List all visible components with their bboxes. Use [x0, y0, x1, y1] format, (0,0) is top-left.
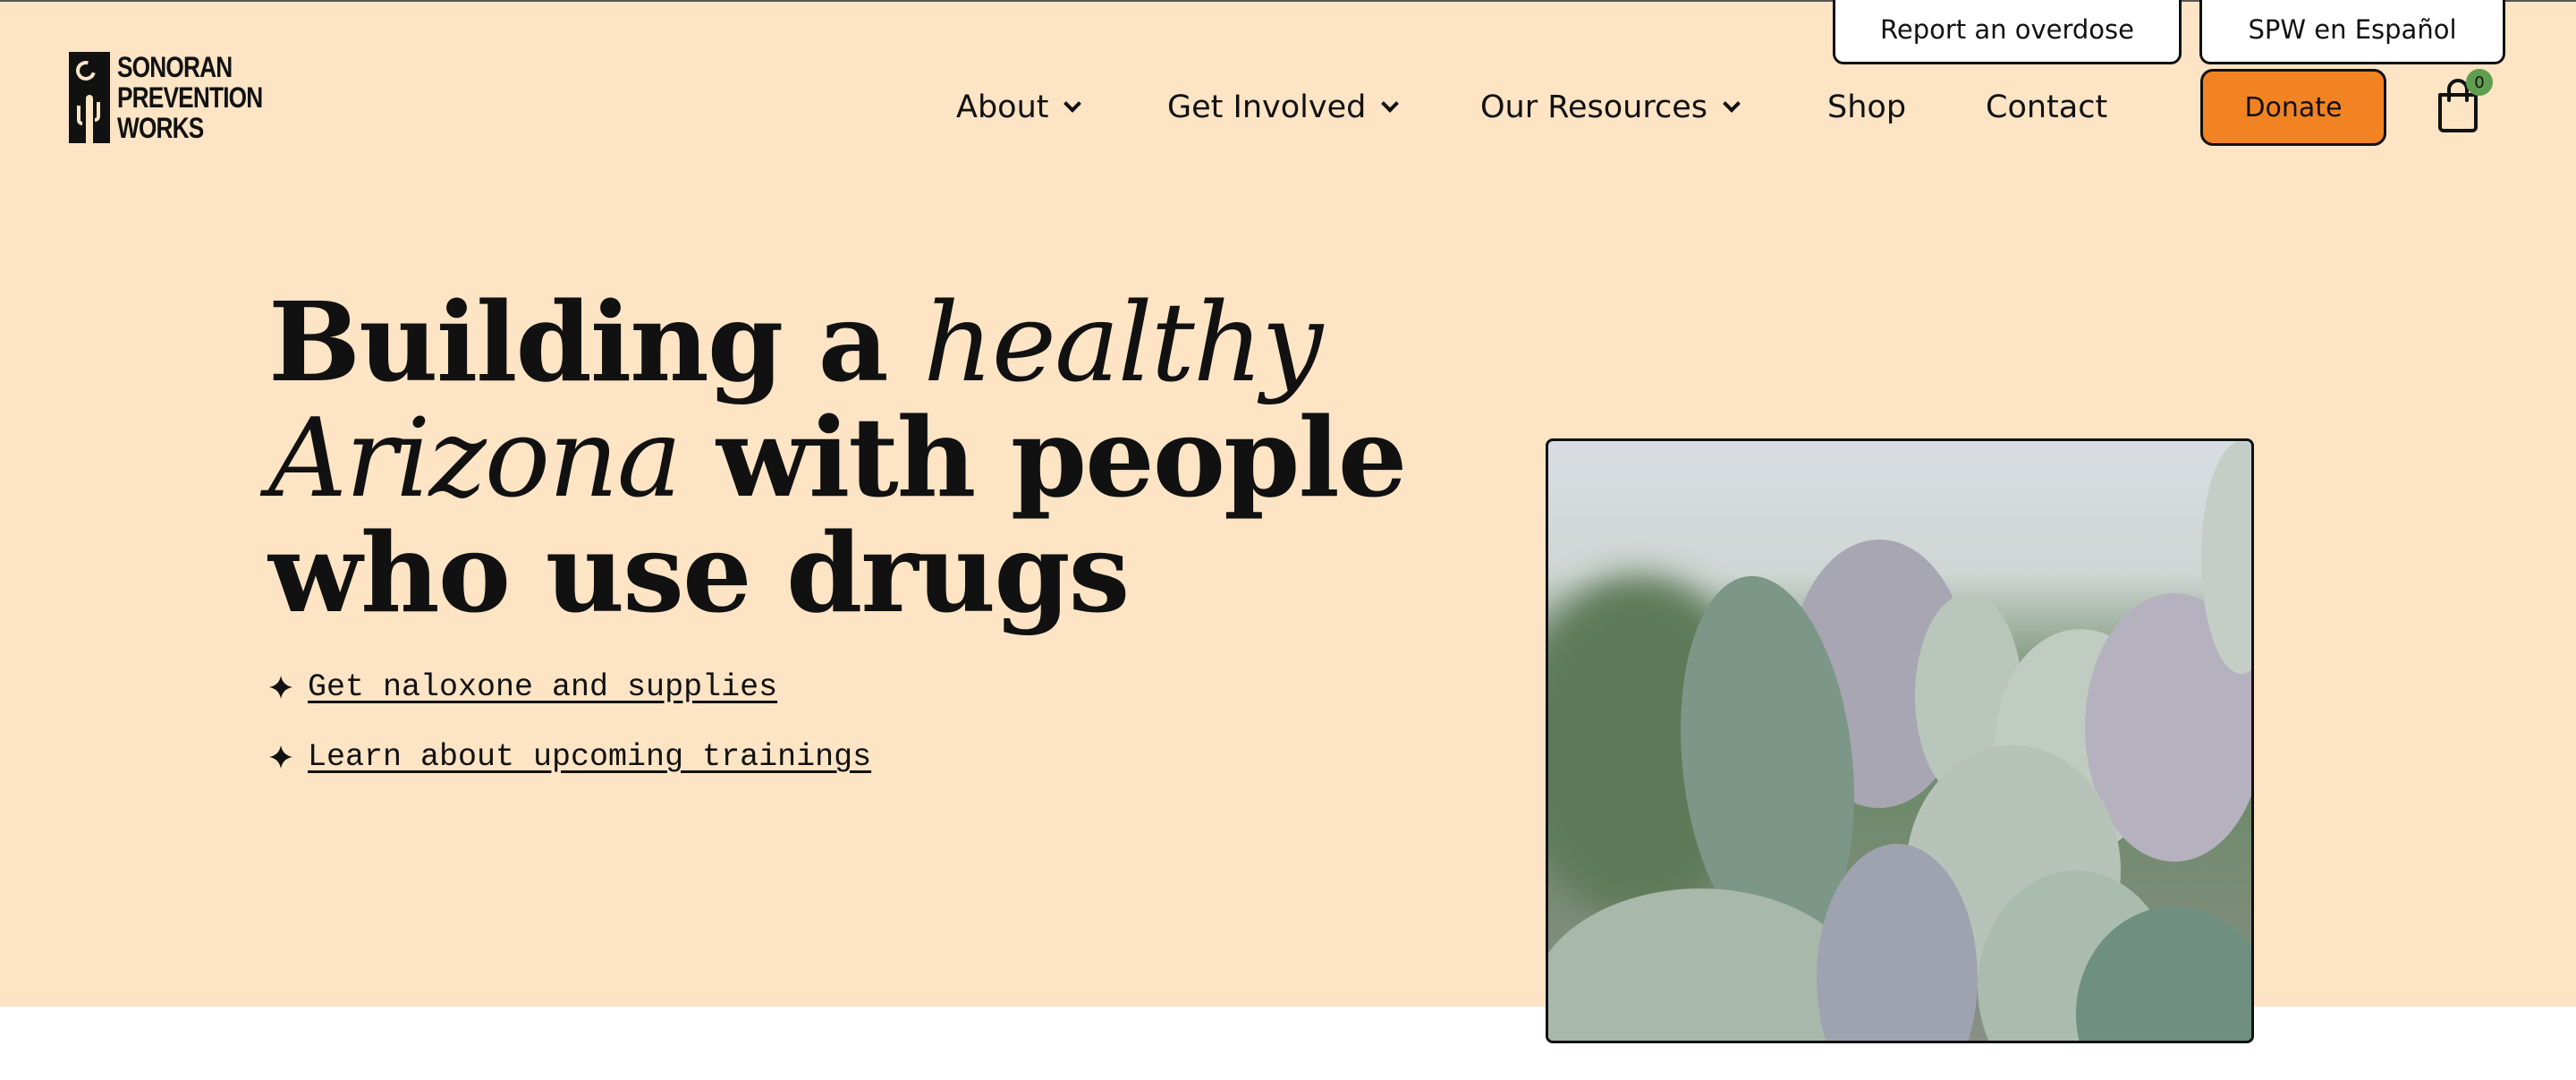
site-logo[interactable]: SONORAN PREVENTION WORKS	[69, 52, 294, 143]
sparkle-icon	[269, 676, 292, 699]
nav-item-get-involved[interactable]: Get Involved	[1167, 89, 1400, 125]
nav-item-label: Get Involved	[1167, 89, 1367, 125]
chevron-down-icon	[1063, 95, 1082, 113]
hero-headline: Building a healthy Arizona with people w…	[268, 285, 1431, 630]
report-overdose-button[interactable]: Report an overdose	[1833, 0, 2182, 64]
nav-item-label: Our Resources	[1480, 89, 1707, 125]
logo-line-3: WORKS	[117, 112, 204, 144]
nav-item-label: About	[956, 89, 1049, 125]
headline-italic-healthy: healthy	[923, 279, 1323, 406]
nav-item-label: Contact	[1986, 89, 2108, 125]
headline-italic-arizona: Arizona	[268, 395, 682, 522]
nav-item-contact[interactable]: Contact	[1986, 89, 2107, 125]
logo-wordmark: SONORAN PREVENTION WORKS	[117, 51, 263, 144]
sparkle-icon	[269, 745, 292, 769]
get-naloxone-link[interactable]: Get naloxone and supplies	[308, 669, 777, 705]
chevron-down-icon	[1723, 95, 1741, 113]
cactus-moon-logo-icon	[69, 52, 110, 143]
logo-line-2: PREVENTION	[117, 81, 263, 114]
donate-button[interactable]: Donate	[2200, 69, 2386, 146]
headline-part-4: with people	[680, 393, 1407, 522]
headline-part-5: who use drugs	[268, 508, 1130, 637]
hero-links: Get naloxone and supplies Learn about up…	[268, 669, 871, 809]
nav-item-label: Shop	[1827, 89, 1907, 125]
nav-item-about[interactable]: About	[956, 89, 1082, 125]
upcoming-trainings-link[interactable]: Learn about upcoming trainings	[308, 739, 871, 775]
headline-part-1: Building a	[268, 277, 924, 406]
nav-item-shop[interactable]: Shop	[1827, 89, 1906, 125]
chevron-down-icon	[1381, 95, 1400, 113]
cart-count-badge: 0	[2466, 69, 2493, 96]
logo-line-1: SONORAN	[117, 51, 233, 83]
naloxone-link-row[interactable]: Get naloxone and supplies	[268, 669, 871, 705]
nav-item-our-resources[interactable]: Our Resources	[1480, 89, 1741, 125]
trainings-link-row[interactable]: Learn about upcoming trainings	[268, 739, 871, 775]
cactus-photo	[1546, 438, 2254, 1043]
spanish-language-button[interactable]: SPW en Español	[2199, 0, 2505, 64]
